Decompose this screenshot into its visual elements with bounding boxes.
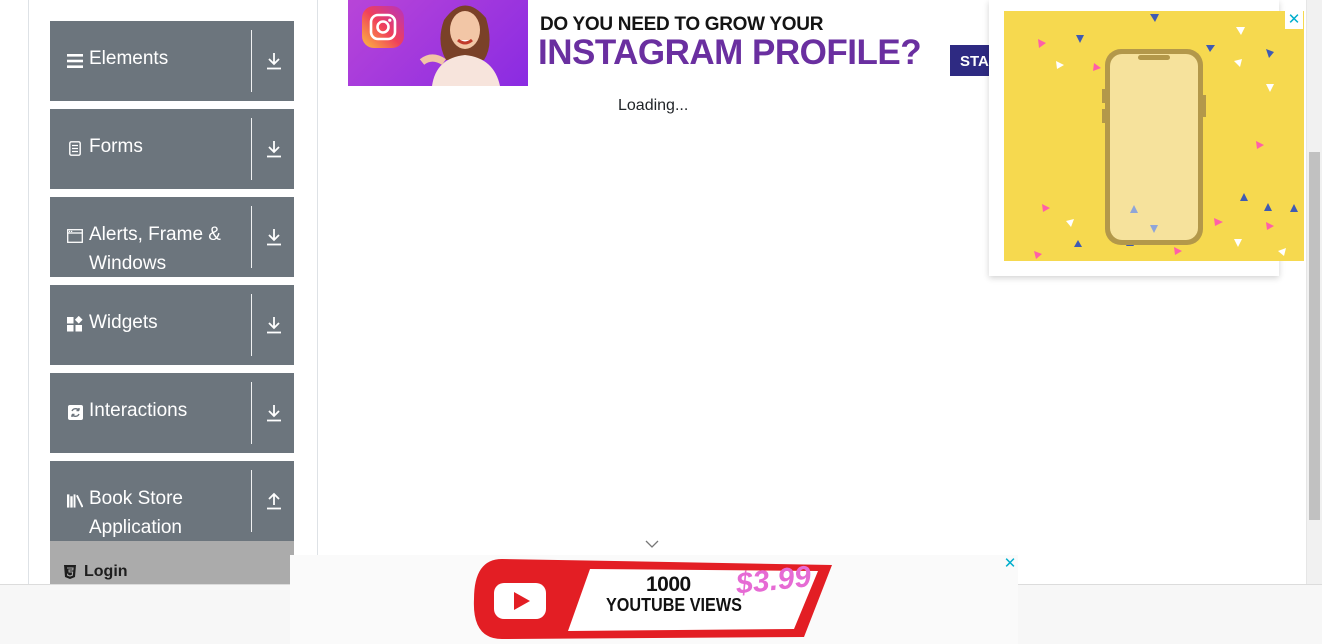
sidebar-item-label: Login bbox=[84, 563, 128, 580]
interactions-icon bbox=[67, 404, 83, 420]
group-label-line-2: Application bbox=[89, 517, 182, 538]
books-icon bbox=[67, 492, 83, 508]
group-header[interactable]: Forms bbox=[50, 109, 251, 189]
html5-icon bbox=[64, 565, 76, 579]
group-label-line-1: Book Store bbox=[89, 488, 183, 509]
sidebar-group-book-store-application[interactable]: Book Store Application bbox=[50, 461, 294, 541]
close-icon[interactable]: ✕ bbox=[1002, 556, 1018, 572]
download-arrow-icon[interactable] bbox=[264, 227, 284, 247]
vertical-scrollbar[interactable] bbox=[1306, 0, 1322, 584]
ad-artwork bbox=[1004, 11, 1304, 261]
group-header[interactable]: Alerts, Frame & Windows bbox=[50, 197, 251, 277]
download-arrow-icon[interactable] bbox=[264, 139, 284, 159]
upload-arrow-icon[interactable] bbox=[264, 491, 284, 511]
left-sidebar: Elements Forms Alerts, Frame & Windows W… bbox=[28, 0, 318, 584]
sidebar-item-login[interactable]: Login bbox=[50, 541, 294, 584]
top-banner-ad[interactable]: DO YOU NEED TO GROW YOUR INSTAGRAM PROFI… bbox=[348, 0, 998, 86]
download-arrow-icon[interactable] bbox=[264, 315, 284, 335]
group-header[interactable]: Interactions bbox=[50, 373, 251, 453]
form-document-icon bbox=[67, 140, 83, 156]
sidebar-group-elements[interactable]: Elements bbox=[50, 21, 294, 101]
close-icon[interactable]: ✕ bbox=[1285, 11, 1303, 29]
group-label: Forms bbox=[89, 136, 143, 157]
scrollbar-thumb[interactable] bbox=[1309, 152, 1320, 520]
divider bbox=[251, 470, 252, 532]
window-icon bbox=[67, 228, 83, 244]
divider bbox=[251, 206, 252, 268]
group-header[interactable]: Elements bbox=[50, 21, 251, 101]
widgets-icon bbox=[67, 316, 83, 332]
ad-views-number: 1000 bbox=[646, 573, 691, 596]
sidebar-group-interactions[interactable]: Interactions bbox=[50, 373, 294, 453]
group-label: Elements bbox=[89, 48, 169, 69]
bottom-banner-ad[interactable]: 1000 YOUTUBE VIEWS $3.99 ✕ bbox=[290, 555, 1018, 644]
menu-icon bbox=[67, 53, 83, 69]
instagram-logo-icon bbox=[362, 6, 404, 48]
woman-portrait-icon bbox=[419, 5, 500, 86]
download-arrow-icon[interactable] bbox=[264, 403, 284, 423]
group-header[interactable]: Book Store Application bbox=[50, 461, 251, 541]
divider bbox=[251, 30, 252, 92]
group-label: Interactions bbox=[89, 400, 188, 421]
group-label-line-2: Windows bbox=[89, 253, 167, 274]
loading-text: Loading... bbox=[618, 97, 689, 114]
ad-headline-line-2: INSTAGRAM PROFILE? bbox=[538, 33, 922, 72]
divider bbox=[251, 118, 252, 180]
smartphone-icon bbox=[1102, 49, 1206, 245]
chevron-down-icon[interactable] bbox=[644, 538, 660, 550]
group-label: Widgets bbox=[89, 312, 158, 333]
sidebar-group-forms[interactable]: Forms bbox=[50, 109, 294, 189]
sidebar-group-alerts-frame-windows[interactable]: Alerts, Frame & Windows bbox=[50, 197, 294, 277]
divider bbox=[251, 294, 252, 356]
sidebar-group-widgets[interactable]: Widgets bbox=[50, 285, 294, 365]
divider bbox=[251, 382, 252, 444]
ad-views-label: YOUTUBE VIEWS bbox=[606, 595, 742, 615]
group-header[interactable]: Widgets bbox=[50, 285, 251, 365]
page: Elements Forms Alerts, Frame & Windows W… bbox=[0, 0, 1322, 644]
group-label-line-1: Alerts, Frame & bbox=[89, 224, 221, 245]
download-arrow-icon[interactable] bbox=[264, 51, 284, 71]
side-ad[interactable]: ✕ bbox=[989, 0, 1304, 276]
